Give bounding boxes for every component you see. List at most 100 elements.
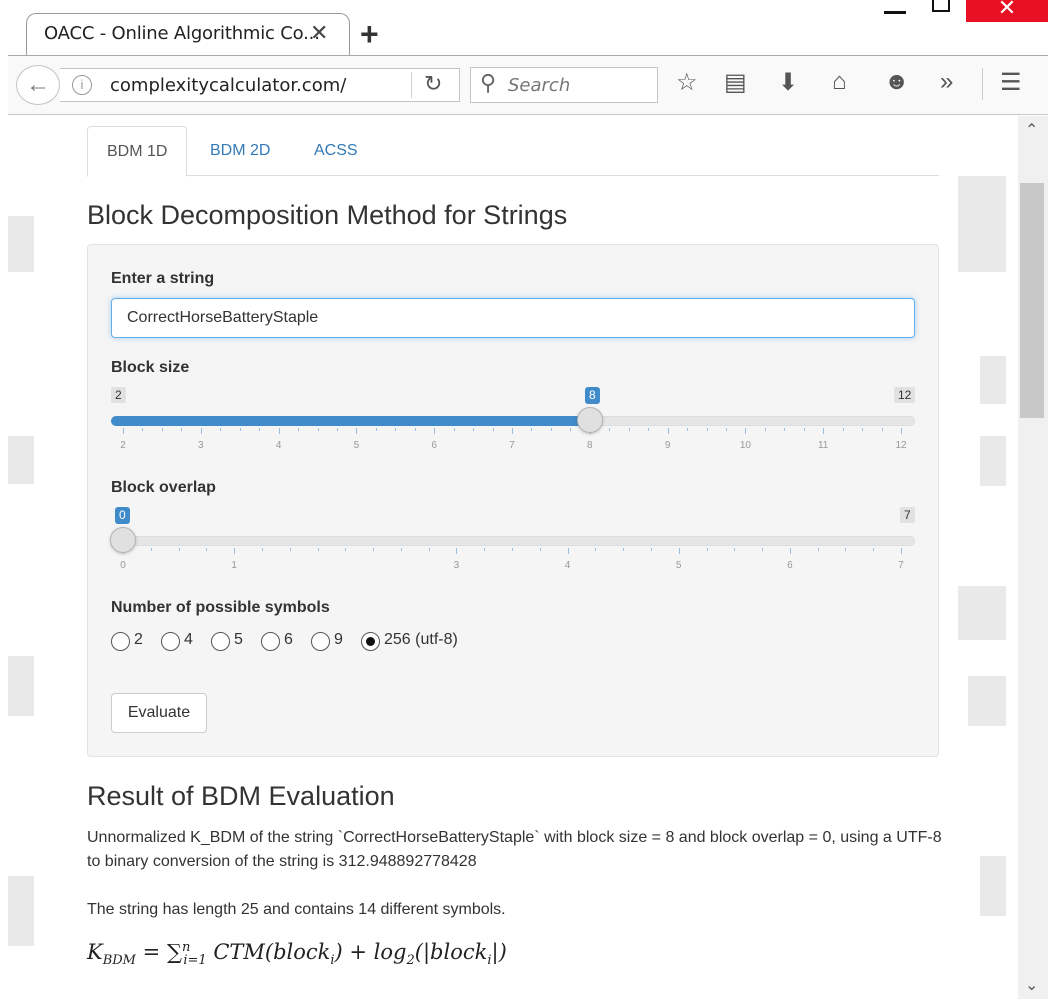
slider-minor-tick <box>317 428 319 431</box>
background-pixel-pattern <box>8 876 34 946</box>
slider-minor-tick <box>764 428 766 431</box>
slider-minor-tick <box>570 428 572 431</box>
string-input[interactable] <box>111 298 915 338</box>
slider-minor-tick <box>400 548 402 551</box>
background-pixel-pattern <box>980 436 1006 486</box>
bookmark-star-icon[interactable]: ☆ <box>676 68 698 97</box>
slider-minor-tick <box>531 428 533 431</box>
url-text[interactable]: complexitycalculator.com/ <box>110 75 346 96</box>
radio-symbols-2[interactable] <box>111 632 130 651</box>
block-size-value: 8 <box>585 387 600 404</box>
slider-minor-tick <box>289 548 291 551</box>
slider-minor-tick <box>434 428 436 431</box>
slider-minor-tick <box>492 428 494 431</box>
reading-list-icon[interactable]: ▤ <box>724 68 747 97</box>
result-length-text: The string has length 25 and contains 14… <box>87 901 506 918</box>
slider-tick-label: 10 <box>739 440 751 451</box>
scroll-up-icon[interactable]: ⌃ <box>1025 120 1038 140</box>
maximize-window-icon[interactable] <box>932 0 950 12</box>
smiley-feedback-icon[interactable]: ☻ <box>884 68 909 96</box>
tab-bdm-1d[interactable]: BDM 1D <box>87 126 188 177</box>
background-pixel-pattern <box>958 176 1006 272</box>
overflow-chevrons-icon[interactable]: » <box>940 68 953 96</box>
slider-minor-tick <box>745 428 747 431</box>
formula-log-sub: 2 <box>406 953 415 969</box>
radio-symbols-256[interactable] <box>361 632 380 651</box>
slider-minor-tick <box>161 428 163 431</box>
radio-symbols-9[interactable] <box>311 632 330 651</box>
slider-minor-tick <box>901 428 902 431</box>
slider-minor-tick <box>650 548 652 551</box>
slider-tick-label: 3 <box>198 440 204 451</box>
slider-tick-label: 5 <box>675 560 682 571</box>
new-tab-icon[interactable]: + <box>360 16 379 53</box>
radio-symbols-5[interactable] <box>211 632 230 651</box>
background-pixel-pattern <box>8 656 34 716</box>
radio-symbols-6-label: 6 <box>284 631 293 648</box>
radio-symbols-6[interactable] <box>261 632 280 651</box>
background-pixel-pattern <box>8 436 34 484</box>
slider-minor-tick <box>414 428 416 431</box>
slider-minor-tick <box>901 548 902 551</box>
slider-minor-tick <box>298 428 300 431</box>
slider-minor-tick <box>234 548 236 551</box>
slider-minor-tick <box>178 548 180 551</box>
slider-minor-tick <box>567 548 569 551</box>
downloads-icon[interactable]: ⬇ <box>778 68 798 97</box>
slider-minor-tick <box>239 428 241 431</box>
minimize-window-icon[interactable] <box>884 0 906 14</box>
slider-minor-tick <box>803 428 805 431</box>
home-icon[interactable]: ⌂ <box>832 68 847 96</box>
slider-tick-label: 9 <box>664 440 671 451</box>
url-separator <box>411 72 412 98</box>
block-overlap-max: 7 <box>900 507 915 523</box>
tab-bdm-2d[interactable]: BDM 2D <box>191 126 289 177</box>
slider-tick-label: 7 <box>898 560 904 571</box>
slider-tick-label: 4 <box>564 560 571 571</box>
background-pixel-pattern <box>968 676 1006 726</box>
block-size-slider-handle[interactable] <box>576 407 603 433</box>
close-tab-icon[interactable]: ✕ <box>310 20 328 46</box>
info-icon[interactable]: i <box>72 75 92 95</box>
back-arrow-icon[interactable]: ← <box>16 65 60 105</box>
slider-minor-tick <box>395 428 397 431</box>
radio-symbols-4[interactable] <box>161 632 180 651</box>
scrollbar-thumb[interactable] <box>1020 183 1044 418</box>
slider-tick-label: 5 <box>353 440 360 451</box>
block-overlap-label: Block overlap <box>111 479 216 496</box>
evaluate-button[interactable]: Evaluate <box>111 693 207 733</box>
background-pixel-pattern <box>958 586 1006 640</box>
block-overlap-slider-handle[interactable] <box>110 527 136 553</box>
slider-minor-tick <box>609 428 611 431</box>
slider-tick-label: 8 <box>587 440 593 451</box>
block-size-slider-fill <box>111 416 590 426</box>
formula-abs: (|block <box>414 940 488 964</box>
reload-icon[interactable]: ↻ <box>424 71 442 97</box>
slider-minor-tick <box>823 428 825 431</box>
result-kbdm-text: Unnormalized K_BDM of the string `Correc… <box>87 829 942 870</box>
close-window-icon[interactable]: ✕ <box>966 0 1048 22</box>
formula-lhs: K <box>87 940 103 964</box>
slider-minor-tick <box>734 548 736 551</box>
slider-minor-tick <box>150 548 152 551</box>
search-icon: ⚲ <box>480 70 497 95</box>
slider-minor-tick <box>123 428 124 431</box>
page-title: Block Decomposition Method for Strings <box>87 200 568 230</box>
slider-minor-tick <box>725 428 727 431</box>
hamburger-menu-icon[interactable]: ☰ <box>1000 68 1022 97</box>
tab-acss[interactable]: ACSS <box>295 126 377 177</box>
slider-minor-tick <box>373 548 375 551</box>
slider-minor-tick <box>142 428 144 431</box>
slider-minor-tick <box>539 548 541 551</box>
block-overlap-slider-track[interactable] <box>111 536 915 546</box>
slider-minor-tick <box>356 428 358 431</box>
slider-minor-tick <box>259 428 261 431</box>
slider-minor-tick <box>453 428 455 431</box>
slider-minor-tick <box>762 548 764 551</box>
slider-minor-tick <box>512 548 513 551</box>
scroll-down-icon[interactable]: ⌄ <box>1025 975 1038 995</box>
slider-minor-tick <box>261 548 263 551</box>
formula-end: |) <box>491 940 507 964</box>
slider-minor-tick <box>881 428 883 431</box>
result-title: Result of BDM Evaluation <box>87 781 395 811</box>
